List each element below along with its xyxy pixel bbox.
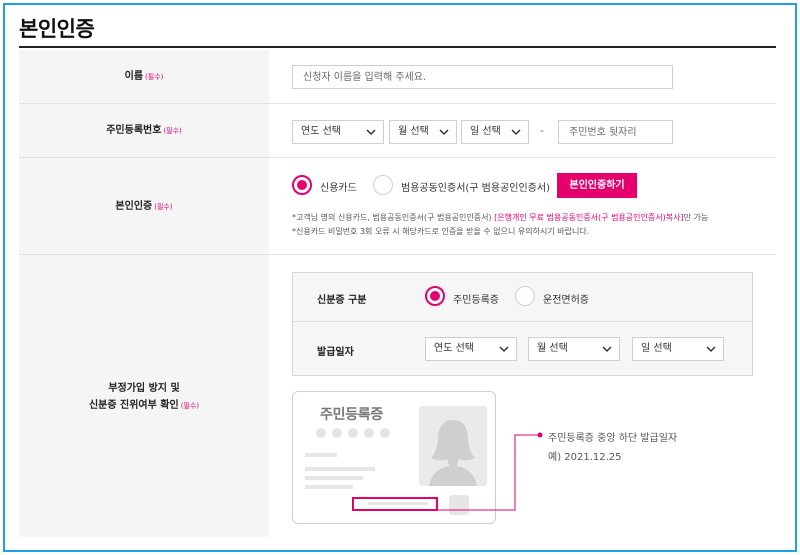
driver-license-label[interactable]: 운전면허증: [543, 291, 589, 306]
name-label-cell: 이름 (필수): [19, 50, 269, 103]
rrn-year-select[interactable]: 연도 선택: [292, 120, 384, 144]
chevron-down-icon: [706, 346, 716, 353]
driver-license-radio[interactable]: [515, 286, 535, 306]
credit-card-radio[interactable]: [292, 175, 312, 195]
inner-divider: [293, 321, 752, 322]
rrn-separator: -: [540, 124, 544, 137]
chevron-down-icon: [602, 346, 612, 353]
auth-label-cell: 본인인증 (필수): [19, 158, 269, 254]
id-label: 부정가입 방지 및 신분증 진위여부 확인 (필수): [88, 383, 200, 411]
rrn-day-select[interactable]: 일 선택: [461, 120, 529, 144]
rrn-label-cell: 주민등록번호 (필수): [19, 104, 269, 157]
name-label: 이름 (필수): [124, 71, 164, 82]
issue-year-select[interactable]: 연도 선택: [425, 337, 517, 361]
chevron-down-icon: [511, 129, 521, 136]
auth-note-1: *고객님 명의 신용카드, 범용공동인증서(구 범용공인인증서) [은행개인 무…: [292, 213, 709, 222]
rrn-back-input[interactable]: [558, 120, 673, 144]
page-frame: 본인인증 이름(필수) 주민등록번호(필수) 연도 선택 월 선택 일 선택 -: [3, 3, 797, 552]
issue-day-select[interactable]: 일 선택: [632, 337, 724, 361]
callout-line-1: 주민등록증 중앙 하단 발급일자: [548, 433, 678, 444]
required-mark: (필수): [180, 402, 200, 410]
callout-connector: [437, 432, 543, 511]
id-info-box: 신분증 구분 주민등록증 운전면허증 발급일자 연도 선택 월 선택 일 선택: [292, 272, 753, 376]
chevron-down-icon: [499, 346, 509, 353]
required-mark: (필수): [163, 127, 182, 135]
callout-line-2: 예) 2021.12.25: [548, 452, 622, 463]
resident-card-label[interactable]: 주민등록증: [453, 291, 499, 306]
credit-card-label[interactable]: 신용카드: [320, 179, 357, 194]
page-title: 본인인증: [19, 17, 95, 41]
rrn-month-select[interactable]: 월 선택: [389, 120, 457, 144]
chevron-down-icon: [366, 129, 376, 136]
auth-label: 본인인증 (필수): [115, 201, 173, 212]
chevron-down-icon: [439, 129, 449, 136]
issue-date-highlight-box: [352, 497, 438, 511]
auth-row: 본인인증 (필수): [19, 158, 776, 255]
required-mark: (필수): [154, 203, 173, 211]
issue-month-select[interactable]: 월 선택: [528, 337, 620, 361]
resident-card-radio[interactable]: [425, 286, 445, 306]
auth-note-2: *신용카드 비밀번호 3회 오류 시 해당카드로 인증을 받을 수 없으니 유의…: [292, 227, 590, 236]
name-input[interactable]: [292, 65, 673, 89]
rrn-label: 주민등록번호 (필수): [106, 125, 182, 136]
auth-note-highlight[interactable]: [은행개인 무료 범용공동인증서(구 범용공인인증서)복사]: [494, 213, 683, 222]
required-mark: (필수): [145, 73, 164, 81]
id-label-cell: 부정가입 방지 및 신분증 진위여부 확인 (필수): [19, 255, 269, 537]
id-type-label: 신분증 구분: [317, 295, 367, 306]
certificate-label[interactable]: 범용공동인증서(구 범용공인인증서): [401, 179, 550, 194]
certificate-radio[interactable]: [373, 175, 393, 195]
title-divider: [19, 46, 776, 48]
issue-date-label: 발급일자: [317, 347, 354, 358]
auth-button[interactable]: 본인인증하기: [557, 173, 637, 198]
